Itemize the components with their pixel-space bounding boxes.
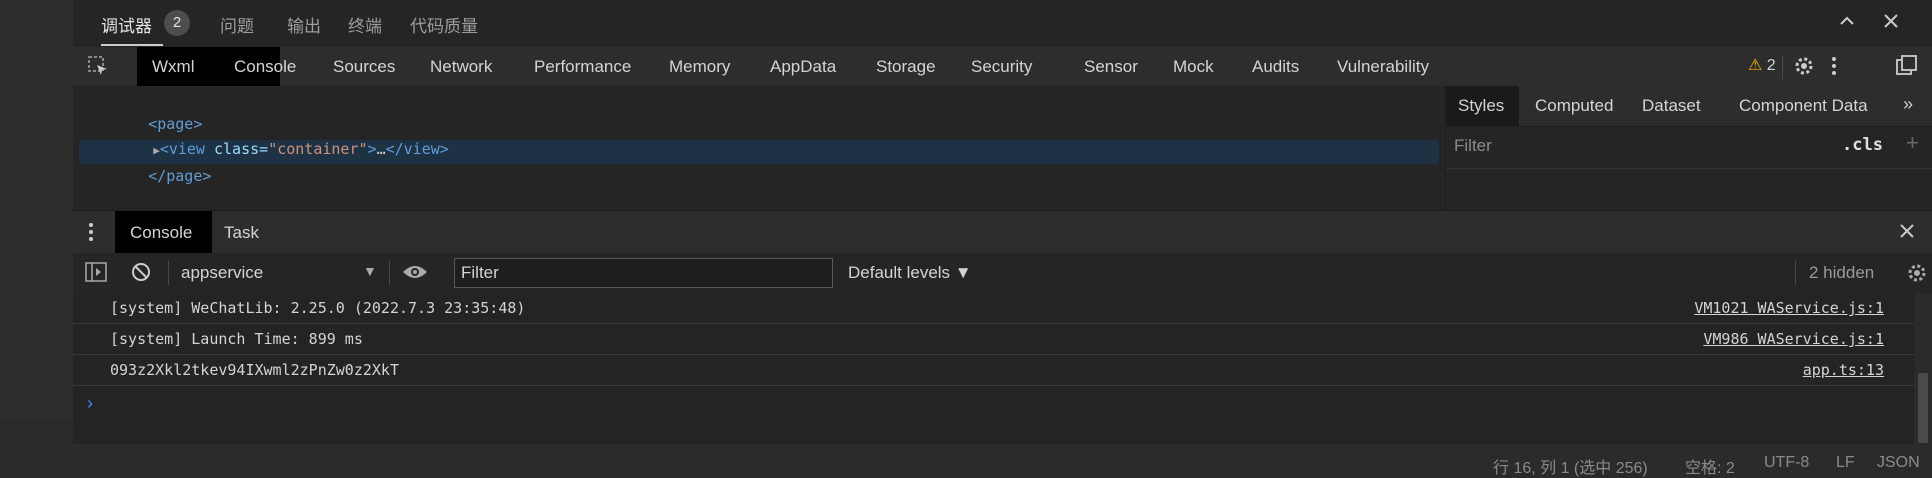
console-source-link[interactable]: VM1021 WAService.js:1: [1694, 299, 1884, 317]
styles-pane: Styles Computed Dataset Component Data »…: [1446, 86, 1932, 210]
tab-styles[interactable]: Styles: [1458, 96, 1504, 116]
console-message: [system] Launch Time: 899 ms: [110, 330, 363, 348]
more-options-icon[interactable]: [1829, 55, 1839, 83]
panel-tab-bar: 调试器 2 问题 输出 终端 代码质量: [73, 0, 1932, 48]
console-row: [system] Launch Time: 899 ms VM986 WASer…: [73, 324, 1914, 355]
devtools-panel: 调试器 2 问题 输出 终端 代码质量 Wxml Console Sources…: [73, 0, 1932, 444]
tab-appdata[interactable]: AppData: [770, 57, 836, 77]
line-ending[interactable]: LF: [1836, 454, 1855, 472]
tab-console[interactable]: Console: [234, 57, 296, 77]
tab-terminal[interactable]: 终端: [348, 12, 382, 37]
warning-icon: ⚠: [1748, 57, 1763, 74]
tab-memory[interactable]: Memory: [669, 57, 730, 77]
toggle-sidebar-icon[interactable]: [85, 262, 107, 288]
hidden-messages-count: 2 hidden: [1809, 263, 1875, 282]
console-settings-gear-icon[interactable]: [1906, 262, 1928, 290]
active-tab-indicator: [101, 44, 163, 46]
devtools-tab-bar: Wxml Console Sources Network Performance…: [73, 47, 1932, 87]
console-message: [system] WeChatLib: 2.25.0 (2022.7.3 23:…: [110, 299, 526, 317]
settings-gear-icon[interactable]: [1793, 55, 1815, 83]
console-toolbar: appservice ▼ Default levels ▼ 2 hidden: [73, 253, 1932, 294]
context-dropdown-arrow-icon[interactable]: ▼: [363, 263, 377, 279]
tab-dataset[interactable]: Dataset: [1642, 96, 1701, 116]
tab-audits[interactable]: Audits: [1252, 57, 1299, 77]
live-expression-eye-icon[interactable]: [402, 262, 428, 288]
file-encoding[interactable]: UTF-8: [1764, 454, 1809, 472]
wxml-node-page-close[interactable]: </page>: [94, 140, 211, 185]
styles-divider: [1446, 168, 1932, 169]
tab-problems[interactable]: 问题: [220, 12, 254, 37]
tab-security[interactable]: Security: [971, 57, 1032, 77]
close-panel-icon[interactable]: [1882, 12, 1900, 36]
tab-sources[interactable]: Sources: [333, 57, 395, 77]
tab-wxml[interactable]: Wxml: [152, 57, 194, 77]
add-style-rule-button[interactable]: +: [1906, 130, 1919, 156]
drawer-tab-bar: Console Task: [73, 210, 1932, 254]
maximize-panel-icon[interactable]: [1838, 12, 1856, 36]
console-row: [system] WeChatLib: 2.25.0 (2022.7.3 23:…: [73, 293, 1914, 324]
tab-sensor[interactable]: Sensor: [1084, 57, 1138, 77]
tab-performance[interactable]: Performance: [534, 57, 631, 77]
console-output: [system] WeChatLib: 2.25.0 (2022.7.3 23:…: [73, 293, 1914, 444]
scrollbar-thumb[interactable]: [1918, 373, 1928, 443]
cursor-position[interactable]: 行 16, 列 1 (选中 256): [1493, 454, 1648, 478]
console-prompt-icon[interactable]: ›: [87, 393, 93, 414]
close-drawer-icon[interactable]: [1898, 222, 1916, 246]
indentation-spaces[interactable]: 空格: 2: [1685, 454, 1735, 478]
styles-tab-bar: Styles Computed Dataset Component Data »: [1446, 86, 1932, 127]
toolbar-divider: [168, 261, 169, 285]
tab-debugger[interactable]: 调试器: [101, 12, 152, 37]
tab-network[interactable]: Network: [430, 57, 492, 77]
console-filter-input[interactable]: [454, 258, 833, 288]
styles-filter-input[interactable]: Filter: [1454, 136, 1492, 156]
wxml-tree-pane: <page> ▶<view class="container">…</view>…: [73, 86, 1446, 210]
wxml-node-page-open[interactable]: <page>: [94, 88, 202, 133]
status-bar: 行 16, 列 1 (选中 256) 空格: 2 UTF-8 LF JSON: [0, 444, 1932, 477]
drawer-menu-icon[interactable]: [87, 221, 95, 249]
tab-computed[interactable]: Computed: [1535, 96, 1613, 116]
context-select[interactable]: appservice: [181, 263, 263, 283]
drawer-tab-console[interactable]: Console: [130, 223, 192, 243]
cls-toggle-button[interactable]: .cls: [1842, 135, 1883, 155]
warning-indicator[interactable]: ⚠ 2: [1748, 55, 1776, 75]
toolbar-divider: [1795, 261, 1796, 285]
tab-storage[interactable]: Storage: [876, 57, 936, 77]
warning-count: 2: [1766, 57, 1776, 74]
inspect-element-icon[interactable]: [87, 55, 109, 83]
log-levels-dropdown[interactable]: Default levels ▼: [848, 263, 972, 283]
undock-icon[interactable]: [1895, 54, 1919, 84]
toolbar-divider: [389, 261, 390, 285]
clear-console-icon[interactable]: [131, 262, 151, 288]
wxml-node-view[interactable]: ▶<view class="container">…</view>: [99, 113, 449, 158]
tab-component-data[interactable]: Component Data: [1739, 96, 1868, 116]
tab-vulnerability[interactable]: Vulnerability: [1337, 57, 1429, 77]
tab-mock[interactable]: Mock: [1173, 57, 1214, 77]
console-message: 093z2Xkl2tkev94IXwml2zPnZw0z2XkT: [110, 361, 399, 379]
left-gutter: [0, 0, 73, 420]
console-source-link[interactable]: VM986 WAService.js:1: [1703, 330, 1884, 348]
drawer-tab-task[interactable]: Task: [224, 223, 259, 243]
console-row: 093z2Xkl2tkev94IXwml2zPnZw0z2XkT app.ts:…: [73, 355, 1914, 386]
console-scrollbar[interactable]: [1914, 293, 1932, 444]
more-tabs-chevron-icon[interactable]: »: [1903, 94, 1913, 115]
language-mode[interactable]: JSON: [1877, 454, 1920, 472]
tab-output[interactable]: 输出: [287, 12, 321, 37]
console-source-link[interactable]: app.ts:13: [1803, 361, 1884, 379]
toolbar-divider: [1782, 55, 1783, 79]
tab-code-quality[interactable]: 代码质量: [410, 12, 478, 37]
debugger-count-badge: 2: [164, 10, 190, 36]
